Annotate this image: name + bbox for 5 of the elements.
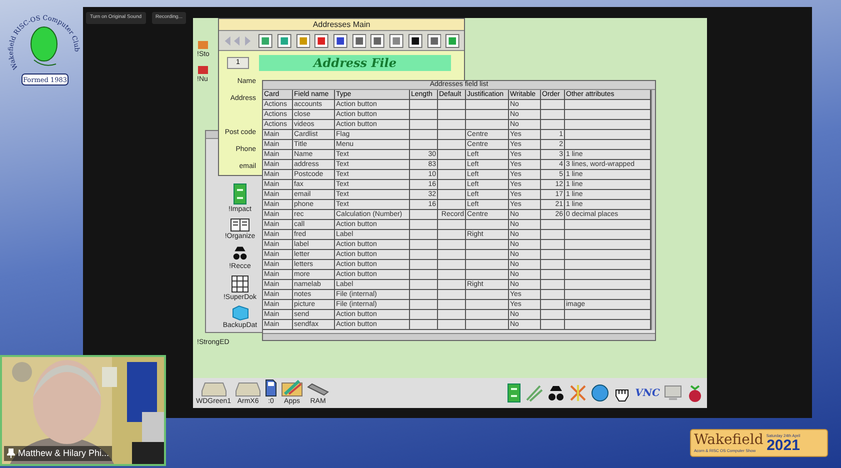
- show-name: Wakefield: [694, 433, 764, 448]
- banner: Address File: [259, 55, 451, 71]
- show-year: 2021: [766, 438, 800, 454]
- window-title: Addresses Main: [312, 18, 370, 30]
- participant-name: Matthew & Hilary Phi...: [18, 446, 110, 460]
